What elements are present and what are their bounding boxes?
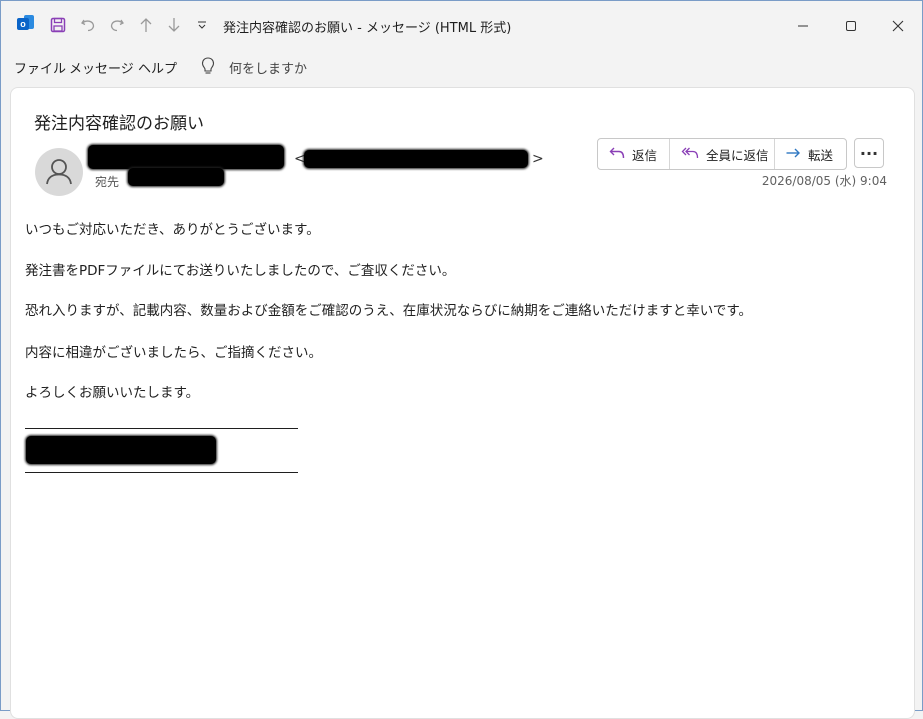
reply-all-button[interactable]: 全員に返信 [670,139,775,169]
down-arrow-icon[interactable] [164,15,184,35]
reply-all-label: 全員に返信 [706,147,769,163]
menu-file[interactable]: ファイル [14,58,66,77]
save-icon[interactable] [48,15,68,35]
body-line: いつもご対応いただき、ありがとうございます。 [25,222,320,238]
redacted-signature [26,436,216,464]
window-title: 発注内容確認のお願い - メッセージ (HTML 形式) [223,21,512,36]
more-actions-icon[interactable]: ··· [854,138,884,168]
message-subject: 発注内容確認のお願い [34,114,204,134]
minimize-icon[interactable] [783,11,823,41]
reply-label: 返信 [632,147,658,163]
body-line: よろしくお願いいたします。 [25,385,200,401]
body-line: 内容に相違がございましたら、ご指摘ください。 [25,345,322,361]
maximize-icon[interactable] [831,11,871,41]
signature-divider-bottom [25,472,298,473]
signature-divider-top [25,428,298,429]
menu-help[interactable]: ヘルプ [138,58,177,77]
quick-access-dropdown-icon[interactable] [194,15,210,35]
title-bar: o 発注内容確認のお願い - メッセージ (HTML 形式) [1,1,922,49]
menu-message[interactable]: メッセージ [69,58,134,77]
body-line: 発注書をPDFファイルにてお送りいたしましたので、ご査収ください。 [25,263,456,279]
to-label: 宛先 [95,175,120,189]
body-line: 恐れ入りますが、記載内容、数量および金額をご確認のうえ、在庫状況ならびに納期をご… [25,303,752,319]
undo-icon[interactable] [78,15,98,35]
redo-icon[interactable] [107,15,127,35]
reply-icon [609,146,625,163]
tell-me-search[interactable]: 何をしますか [229,58,307,77]
forward-icon [785,146,801,163]
reply-button[interactable]: 返信 [598,139,670,169]
reading-pane: 発注内容確認のお願い < > 宛先 返信 全員に返信 転送 ··· 2026/0… [10,87,915,719]
angle-bracket-close: > [532,151,544,167]
received-date: 2026/08/05 (水) 9:04 [761,174,887,188]
forward-label: 転送 [808,147,834,163]
redacted-recipient [128,168,224,186]
reply-all-icon [681,146,699,163]
up-arrow-icon[interactable] [136,15,156,35]
outlook-logo-icon: o [15,15,35,35]
forward-button[interactable]: 転送 [775,139,846,169]
redacted-sender-address [304,150,528,168]
redacted-sender-name [88,145,284,169]
close-icon[interactable] [878,11,918,41]
sender-avatar[interactable] [35,148,83,196]
lightbulb-icon[interactable] [200,56,216,76]
menu-bar: ファイル メッセージ ヘルプ 何をしますか [1,51,922,81]
response-actions: 返信 全員に返信 転送 [597,138,847,170]
